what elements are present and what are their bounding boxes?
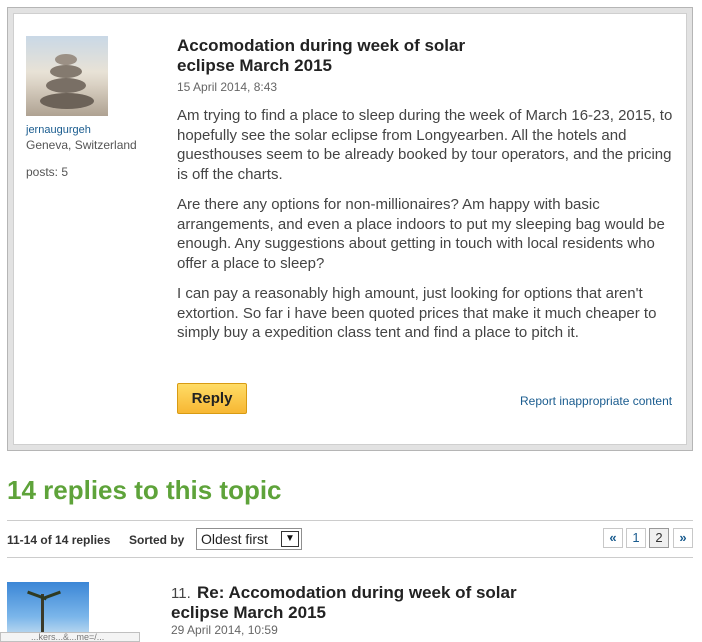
author-post-count: posts: 5: [26, 165, 69, 179]
author-avatar[interactable]: [26, 36, 108, 116]
post-card: jernaugurgeh Geneva, Switzerland posts: …: [13, 13, 687, 445]
replies-heading: 14 replies to this topic: [7, 475, 282, 505]
report-inappropriate-link[interactable]: Report inappropriate content: [520, 394, 672, 408]
original-post: jernaugurgeh Geneva, Switzerland posts: …: [7, 7, 693, 451]
browser-status-bar: ...kers...&...me=/...: [0, 632, 140, 642]
post-paragraph: I can pay a reasonably high amount, just…: [177, 285, 657, 341]
post-paragraph: Am trying to find a place to sleep durin…: [177, 107, 673, 183]
post-paragraph: Are there any options for non-millionair…: [177, 196, 665, 272]
divider: [7, 520, 693, 521]
author-location: Geneva, Switzerland: [26, 138, 137, 152]
sort-order-value: Oldest first: [201, 531, 268, 547]
reply-button[interactable]: Reply: [177, 383, 247, 414]
divider: [7, 557, 693, 558]
pager-next-button[interactable]: »: [673, 528, 693, 548]
reply-date: 29 April 2014, 10:59: [171, 623, 278, 637]
replies-range: 11-14 of 14 replies: [7, 533, 111, 547]
post-body: Am trying to find a place to sleep durin…: [177, 106, 677, 354]
author-username[interactable]: jernaugurgeh: [26, 124, 91, 136]
reply-title: Re: Accomodation during week of solar ec…: [171, 583, 517, 622]
pager-page-1[interactable]: 1: [626, 528, 646, 548]
pager-previous-button[interactable]: «: [603, 528, 623, 548]
pager-page-2[interactable]: 2: [649, 528, 669, 548]
sort-order-select[interactable]: Oldest first ▼: [196, 528, 302, 550]
post-title: Accomodation during week of solar eclips…: [177, 36, 466, 75]
sorted-by-label: Sorted by: [129, 533, 185, 547]
chevron-down-icon[interactable]: ▼: [281, 531, 299, 547]
post-date: 15 April 2014, 8:43: [177, 80, 278, 94]
